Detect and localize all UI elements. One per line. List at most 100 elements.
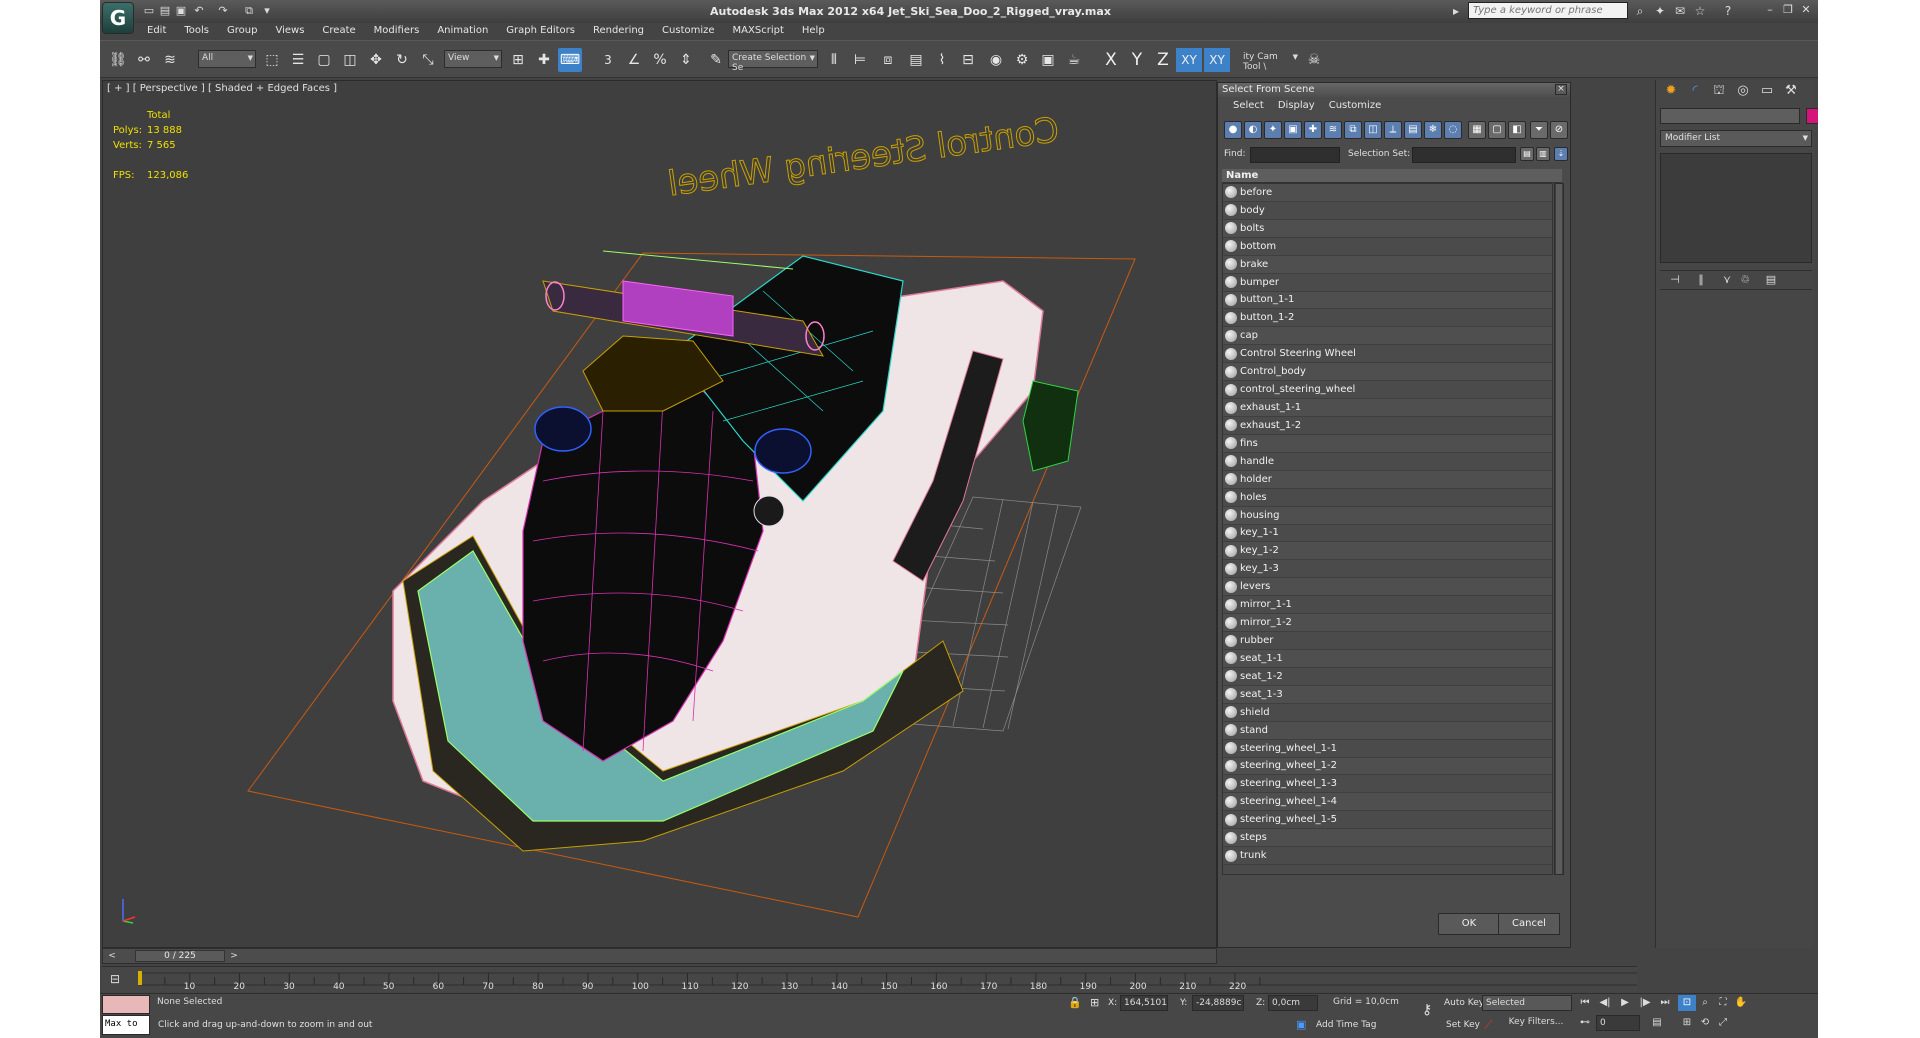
maxscript-listener-top[interactable] <box>102 995 150 1014</box>
communication-center-icon[interactable]: ✉ <box>1672 3 1688 19</box>
menu-item-views[interactable]: Views <box>266 23 313 40</box>
list-item[interactable]: bottom <box>1223 238 1552 256</box>
dialog-title-bar[interactable]: Select From Scene × <box>1218 83 1570 97</box>
modifier-list-dropdown[interactable]: Modifier List <box>1660 130 1812 147</box>
new-file-icon[interactable]: ▭ <box>142 4 156 18</box>
selection-set-add-icon[interactable]: ▤ <box>1520 147 1534 161</box>
material-editor-icon[interactable]: ◉ <box>984 48 1008 72</box>
time-slider-next-icon[interactable]: > <box>227 949 241 963</box>
pivot-center-icon[interactable]: ⊞ <box>506 48 530 72</box>
display-bones-icon[interactable]: ⟂ <box>1384 121 1402 139</box>
percent-snap-icon[interactable]: % <box>648 48 672 72</box>
select-and-link-icon[interactable]: ⛓ <box>106 48 130 72</box>
list-item[interactable]: steering_wheel_1-3 <box>1223 775 1552 794</box>
redo-icon[interactable]: ↷ <box>216 4 230 18</box>
maxscript-mini-listener[interactable]: Max to <box>102 1015 150 1035</box>
display-tab-icon[interactable]: ▭ <box>1756 80 1778 102</box>
list-item[interactable]: steering_wheel_1-4 <box>1223 793 1552 812</box>
zoom-extents-all-icon[interactable]: ⊡ <box>1678 995 1696 1011</box>
quick-access-dropdown-icon[interactable]: ▾ <box>260 4 274 18</box>
render-production-icon[interactable]: ☕ <box>1062 48 1086 72</box>
key-mode-dropdown[interactable]: Selected <box>1482 995 1572 1011</box>
selection-set-remove-icon[interactable]: ▥ <box>1536 147 1550 161</box>
add-time-tag[interactable]: Add Time Tag <box>1316 1020 1376 1030</box>
x-coord-field[interactable]: 164,5101c <box>1120 995 1168 1011</box>
axis-constraint-y[interactable]: Y <box>1124 48 1150 72</box>
modify-tab-icon[interactable]: ◜ <box>1684 80 1706 102</box>
auto-key-button[interactable]: Auto Key <box>1444 998 1484 1008</box>
display-groups-icon[interactable]: ⧉ <box>1344 121 1362 139</box>
list-item[interactable]: steering_wheel_1-5 <box>1223 811 1552 830</box>
show-end-result-icon[interactable]: ∥ <box>1690 271 1712 289</box>
list-item[interactable]: exhaust_1-2 <box>1223 417 1552 435</box>
list-item[interactable]: cap <box>1223 327 1552 346</box>
menu-item-customize[interactable]: Customize <box>653 23 724 40</box>
track-bar[interactable]: ⊟ 10 20 30 40 50 60 70 80 90 100 110 120 130 140 150 16… <box>102 966 1637 992</box>
selection-set-options-icon[interactable]: ⇣ <box>1554 147 1568 161</box>
list-item[interactable]: bumper <box>1223 274 1552 292</box>
display-cameras-icon[interactable]: ▣ <box>1284 121 1302 139</box>
list-item[interactable]: holes <box>1223 489 1552 507</box>
list-item[interactable]: seat_1-1 <box>1223 649 1552 668</box>
list-item[interactable]: seat_1-3 <box>1223 685 1552 704</box>
display-space-warps-icon[interactable]: ≋ <box>1324 121 1342 139</box>
curve-editor-icon[interactable]: ⌇ <box>930 48 954 72</box>
menu-item-group[interactable]: Group <box>218 23 266 40</box>
menu-item-tools[interactable]: Tools <box>175 23 218 40</box>
display-containers-icon[interactable]: ▤ <box>1404 121 1422 139</box>
list-item[interactable]: steps <box>1223 829 1552 848</box>
skull-tool-icon[interactable]: ☠ <box>1302 48 1326 72</box>
display-frozen-icon[interactable]: ❄ <box>1424 121 1442 139</box>
axis-constraint-x[interactable]: X <box>1098 48 1124 72</box>
absolute-transform-icon[interactable]: ⊞ <box>1090 996 1099 1009</box>
list-item[interactable]: exhaust_1-1 <box>1223 399 1552 417</box>
display-helpers-icon[interactable]: ✚ <box>1304 121 1322 139</box>
key-filters-icon[interactable]: ⟋ <box>1484 1018 1492 1033</box>
maximize-viewport-icon[interactable]: ⤢ <box>1714 1015 1732 1031</box>
reference-coordinate-dropdown[interactable]: View <box>444 50 502 68</box>
list-item[interactable]: rubber <box>1223 632 1552 650</box>
list-item[interactable]: brake <box>1223 255 1552 274</box>
spinner-snap-icon[interactable]: ⇕ <box>674 48 698 72</box>
schematic-view-icon[interactable]: ⊟ <box>956 48 980 72</box>
list-item[interactable]: mirror_1-2 <box>1223 614 1552 633</box>
play-icon[interactable]: ▶ <box>1616 995 1634 1011</box>
zoom-all-icon[interactable]: ⊞ <box>1678 1015 1696 1031</box>
axis-constraint-z[interactable]: Z <box>1150 48 1176 72</box>
list-column-name[interactable]: Name <box>1222 169 1562 183</box>
axis-constraint-xy[interactable]: XY <box>1176 48 1202 72</box>
project-folder-icon[interactable]: ⧉ <box>242 4 256 18</box>
snaps-toggle-icon[interactable]: 3 <box>596 48 620 72</box>
display-geometry-icon[interactable]: ● <box>1224 121 1242 139</box>
filter-clear-icon[interactable]: ⊘ <box>1550 121 1568 139</box>
list-item[interactable]: seat_1-2 <box>1223 668 1552 686</box>
restore-icon[interactable]: ❐ <box>1780 3 1796 17</box>
undo-icon[interactable]: ↶ <box>192 4 206 18</box>
list-item[interactable]: mirror_1-1 <box>1223 596 1552 615</box>
list-item[interactable]: key_1-3 <box>1223 560 1552 579</box>
select-and-manipulate-icon[interactable]: ✚ <box>532 48 556 72</box>
selection-filter-dropdown[interactable]: All <box>198 50 256 68</box>
align-icon[interactable]: ⊨ <box>848 48 872 72</box>
key-mode-toggle-icon[interactable]: ⊷ <box>1576 1015 1594 1031</box>
display-hidden-icon[interactable]: ◌ <box>1444 121 1462 139</box>
binoculars-icon[interactable]: ⌕ <box>1632 3 1648 19</box>
window-crossing-icon[interactable]: ◫ <box>338 48 362 72</box>
list-item[interactable]: steering_wheel_1-1 <box>1223 740 1552 758</box>
list-item[interactable]: Control Steering Wheel <box>1223 345 1552 364</box>
time-slider[interactable]: 0 / 225 <box>135 950 225 962</box>
select-by-name-icon[interactable]: ☰ <box>286 48 310 72</box>
named-selection-sets-dropdown[interactable]: Create Selection Se <box>728 50 818 73</box>
list-item[interactable]: stand <box>1223 721 1552 740</box>
unlink-icon[interactable]: ⚯ <box>132 48 156 72</box>
dialog-menu-customize[interactable]: Customize <box>1322 97 1389 115</box>
list-item[interactable]: button_1-2 <box>1223 309 1552 328</box>
app-logo-icon[interactable]: G <box>102 2 134 34</box>
save-file-icon[interactable]: ▣ <box>174 4 188 18</box>
menu-item-maxscript[interactable]: MAXScript <box>724 23 793 40</box>
display-none-icon[interactable]: ▢ <box>1488 121 1506 139</box>
viewport-label[interactable]: [ + ] [ Perspective ] [ Shaded + Edged F… <box>107 83 337 94</box>
rendered-frame-window-icon[interactable]: ▣ <box>1036 48 1060 72</box>
angle-snap-icon[interactable]: ∠ <box>622 48 646 72</box>
object-list[interactable]: before body bolts bottom brake bumper button_1… <box>1222 183 1553 875</box>
